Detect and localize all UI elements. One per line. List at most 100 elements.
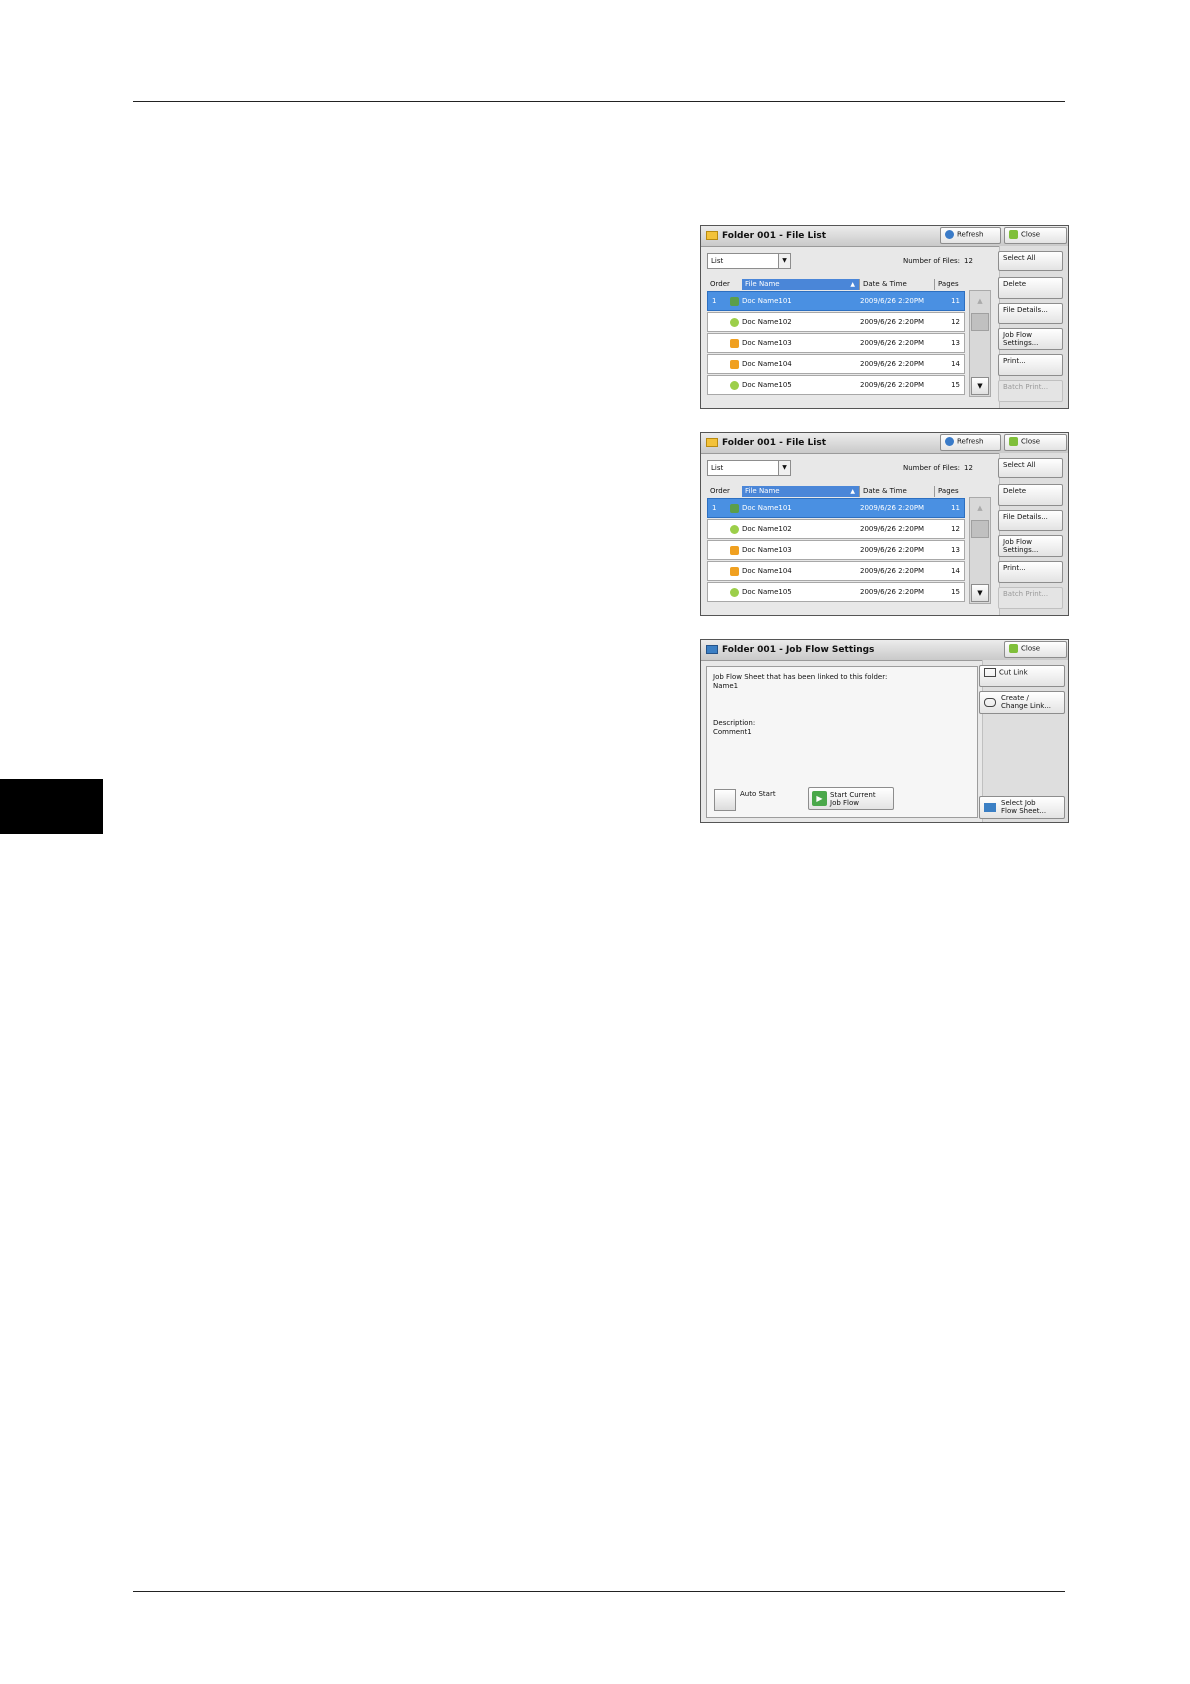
chevron-down-icon: ▼ bbox=[778, 461, 790, 475]
link-icon bbox=[984, 698, 996, 707]
fax-icon bbox=[730, 318, 739, 327]
scroll-up-icon: ▲ bbox=[977, 297, 983, 305]
play-icon: ▶ bbox=[812, 791, 827, 806]
table-row[interactable]: Doc Name103 2009/6/26 2:20PM 13 bbox=[707, 540, 965, 560]
column-order[interactable]: Order bbox=[707, 279, 742, 290]
check-icon bbox=[1009, 644, 1018, 653]
scroll-thumb[interactable] bbox=[971, 520, 989, 538]
scan-icon bbox=[730, 504, 739, 513]
table-row[interactable]: Doc Name102 2009/6/26 2:20PM 12 bbox=[707, 312, 965, 332]
scrollbar[interactable]: ▲ ▼ bbox=[969, 290, 991, 397]
column-date-time[interactable]: Date & Time bbox=[859, 486, 934, 497]
table-row[interactable]: Doc Name102 2009/6/26 2:20PM 12 bbox=[707, 519, 965, 539]
file-details-button[interactable]: File Details... bbox=[998, 303, 1063, 324]
column-pages[interactable]: Pages bbox=[934, 279, 965, 290]
table-row[interactable]: 1 Doc Name101 2009/6/26 2:20PM 11 bbox=[707, 291, 965, 311]
select-job-flow-sheet-button[interactable]: Select Job Flow Sheet... bbox=[979, 796, 1065, 819]
sort-ascending-icon: ▲ bbox=[850, 488, 855, 495]
job-flow-sheet-icon bbox=[984, 803, 996, 812]
job-flow-icon bbox=[706, 645, 718, 654]
linked-sheet-name: Name1 bbox=[713, 682, 739, 690]
auto-start-checkbox[interactable] bbox=[714, 789, 736, 811]
column-file-name[interactable]: File Name ▲ bbox=[742, 486, 859, 497]
file-details-button[interactable]: File Details... bbox=[998, 510, 1063, 531]
file-list-screen-2: Folder 001 - File List Refresh Close Lis… bbox=[700, 432, 1069, 616]
scroll-down-button[interactable]: ▼ bbox=[971, 377, 989, 395]
hand-icon bbox=[730, 360, 739, 369]
chevron-down-icon: ▼ bbox=[778, 254, 790, 268]
footer-rule bbox=[133, 1591, 1065, 1592]
refresh-icon bbox=[945, 437, 954, 446]
check-icon bbox=[1009, 437, 1018, 446]
hand-icon bbox=[730, 546, 739, 555]
scroll-up-icon: ▲ bbox=[977, 504, 983, 512]
table-row[interactable]: Doc Name104 2009/6/26 2:20PM 14 bbox=[707, 354, 965, 374]
close-button[interactable]: Close bbox=[1004, 434, 1067, 451]
print-button[interactable]: Print... bbox=[998, 561, 1063, 583]
table-row[interactable]: 1 Doc Name101 2009/6/26 2:20PM 11 bbox=[707, 498, 965, 518]
table-row[interactable]: Doc Name105 2009/6/26 2:20PM 15 bbox=[707, 582, 965, 602]
select-all-button[interactable]: Select All bbox=[998, 458, 1063, 478]
description-value: Comment1 bbox=[713, 728, 752, 736]
scan-icon bbox=[730, 297, 739, 306]
list-header: Order File Name ▲ Date & Time Pages bbox=[707, 486, 965, 497]
screen-title: Folder 001 - File List bbox=[722, 231, 826, 241]
batch-print-button[interactable]: Batch Print... bbox=[998, 380, 1063, 402]
screen-title: Folder 001 - File List bbox=[722, 438, 826, 448]
scrollbar[interactable]: ▲ ▼ bbox=[969, 497, 991, 604]
header-rule bbox=[133, 101, 1065, 102]
fax-icon bbox=[730, 381, 739, 390]
linked-sheet-label: Job Flow Sheet that has been linked to t… bbox=[713, 673, 888, 681]
cut-link-icon bbox=[984, 668, 996, 677]
delete-button[interactable]: Delete bbox=[998, 484, 1063, 506]
title-bar: Folder 001 - File List Refresh Close bbox=[701, 433, 1068, 454]
fax-icon bbox=[730, 525, 739, 534]
select-all-button[interactable]: Select All bbox=[998, 251, 1063, 271]
screen-title: Folder 001 - Job Flow Settings bbox=[722, 645, 875, 655]
job-flow-settings-button[interactable]: Job Flow Settings... bbox=[998, 535, 1063, 557]
scroll-down-button[interactable]: ▼ bbox=[971, 584, 989, 602]
delete-button[interactable]: Delete bbox=[998, 277, 1063, 299]
number-of-files: Number of Files: 12 bbox=[903, 257, 973, 265]
column-file-name[interactable]: File Name ▲ bbox=[742, 279, 859, 290]
create-change-link-button[interactable]: Create / Change Link... bbox=[979, 691, 1065, 714]
refresh-button[interactable]: Refresh bbox=[940, 227, 1001, 244]
title-bar: Folder 001 - File List Refresh Close bbox=[701, 226, 1068, 247]
file-list-screen-1: Folder 001 - File List Refresh Close Lis… bbox=[700, 225, 1069, 409]
hand-icon bbox=[730, 567, 739, 576]
print-button[interactable]: Print... bbox=[998, 354, 1063, 376]
column-order[interactable]: Order bbox=[707, 486, 742, 497]
fax-icon bbox=[730, 588, 739, 597]
close-button[interactable]: Close bbox=[1004, 641, 1067, 658]
table-row[interactable]: Doc Name104 2009/6/26 2:20PM 14 bbox=[707, 561, 965, 581]
file-list: 1 Doc Name101 2009/6/26 2:20PM 11 Doc Name1… bbox=[707, 291, 965, 396]
chapter-tab-marker bbox=[0, 779, 103, 834]
column-date-time[interactable]: Date & Time bbox=[859, 279, 934, 290]
table-row[interactable]: Doc Name103 2009/6/26 2:20PM 13 bbox=[707, 333, 965, 353]
job-flow-settings-button[interactable]: Job Flow Settings... bbox=[998, 328, 1063, 350]
view-select[interactable]: List ▼ bbox=[707, 253, 791, 269]
scroll-thumb[interactable] bbox=[971, 313, 989, 331]
description-label: Description: bbox=[713, 719, 756, 727]
view-select[interactable]: List ▼ bbox=[707, 460, 791, 476]
table-row[interactable]: Doc Name105 2009/6/26 2:20PM 15 bbox=[707, 375, 965, 395]
auto-start-label: Auto Start bbox=[740, 790, 776, 798]
batch-print-button[interactable]: Batch Print... bbox=[998, 587, 1063, 609]
refresh-button[interactable]: Refresh bbox=[940, 434, 1001, 451]
job-flow-settings-screen: Folder 001 - Job Flow Settings Close Job… bbox=[700, 639, 1069, 823]
check-icon bbox=[1009, 230, 1018, 239]
folder-icon bbox=[706, 231, 718, 240]
list-header: Order File Name ▲ Date & Time Pages bbox=[707, 279, 965, 290]
refresh-icon bbox=[945, 230, 954, 239]
hand-icon bbox=[730, 339, 739, 348]
number-of-files: Number of Files: 12 bbox=[903, 464, 973, 472]
job-flow-info-panel: Job Flow Sheet that has been linked to t… bbox=[706, 666, 978, 818]
column-pages[interactable]: Pages bbox=[934, 486, 965, 497]
title-bar: Folder 001 - Job Flow Settings Close bbox=[701, 640, 1068, 661]
file-list: 1 Doc Name101 2009/6/26 2:20PM 11 Doc Name1… bbox=[707, 498, 965, 603]
start-current-job-flow-button[interactable]: ▶ Start Current Job Flow bbox=[808, 787, 894, 810]
folder-icon bbox=[706, 438, 718, 447]
sort-ascending-icon: ▲ bbox=[850, 281, 855, 288]
close-button[interactable]: Close bbox=[1004, 227, 1067, 244]
cut-link-button[interactable]: Cut Link bbox=[979, 665, 1065, 687]
